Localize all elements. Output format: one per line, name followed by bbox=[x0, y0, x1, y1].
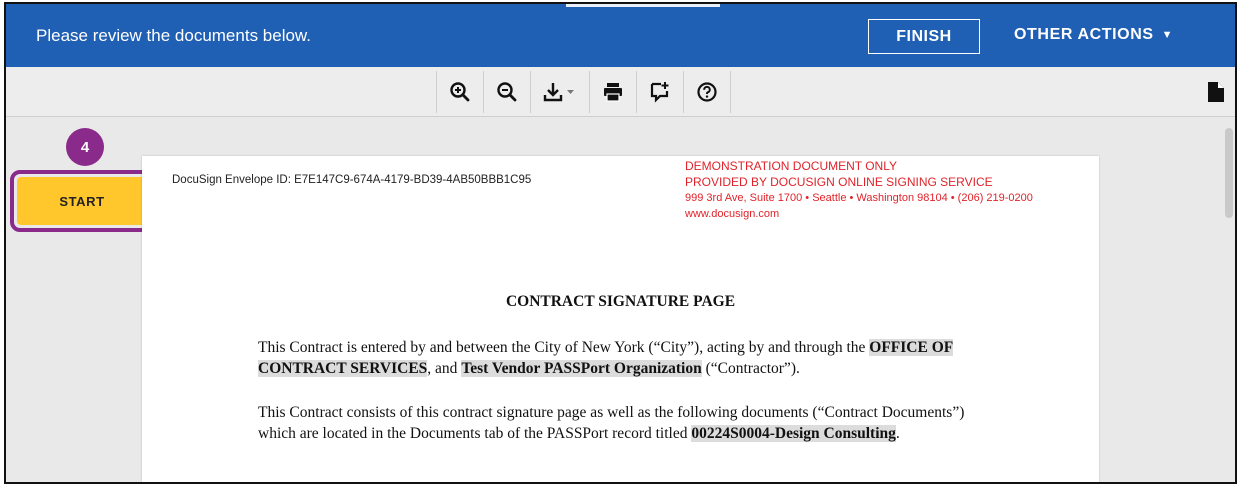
zoom-out-button[interactable] bbox=[483, 71, 530, 113]
print-icon bbox=[604, 83, 622, 102]
zoom-in-button[interactable] bbox=[436, 71, 483, 113]
finish-button[interactable]: FINISH bbox=[868, 19, 980, 54]
record-title-field: 00224S0004-Design Consulting bbox=[691, 425, 896, 442]
zoom-in-icon bbox=[450, 82, 470, 102]
document-toolbar bbox=[6, 67, 1235, 117]
demo-address: 999 3rd Ave, Suite 1700 • Seattle • Wash… bbox=[685, 192, 1033, 204]
download-icon bbox=[543, 83, 574, 102]
add-comment-button[interactable] bbox=[636, 71, 683, 113]
start-highlight: START bbox=[10, 170, 154, 232]
help-icon bbox=[697, 82, 717, 102]
print-button[interactable] bbox=[589, 71, 636, 113]
other-actions-menu[interactable]: OTHER ACTIONS ▼ bbox=[1014, 26, 1173, 44]
vendor-name-field: Test Vendor PASSPort Organization bbox=[461, 360, 702, 377]
vertical-scrollbar[interactable] bbox=[1225, 128, 1233, 218]
demo-line: PROVIDED BY DOCUSIGN ONLINE SIGNING SERV… bbox=[685, 175, 993, 189]
docusign-window: Please review the documents below. FINIS… bbox=[4, 2, 1237, 484]
review-message: Please review the documents below. bbox=[36, 26, 311, 45]
caret-down-icon: ▼ bbox=[1161, 29, 1174, 41]
paragraph-text: , and bbox=[427, 360, 462, 377]
contract-paragraph-1: This Contract is entered by and between … bbox=[258, 337, 988, 379]
document-viewer: 4 START DocuSign Envelope ID: E7E147C9-6… bbox=[6, 118, 1235, 482]
step-badge: 4 bbox=[66, 128, 104, 166]
envelope-id: DocuSign Envelope ID: E7E147C9-674A-4179… bbox=[172, 174, 532, 186]
comment-add-icon bbox=[650, 82, 669, 103]
help-button[interactable] bbox=[683, 71, 731, 113]
contract-paragraph-2: This Contract consists of this contract … bbox=[258, 402, 988, 444]
other-actions-label: OTHER ACTIONS bbox=[1014, 26, 1154, 43]
tab-indicator bbox=[566, 4, 720, 7]
zoom-out-icon bbox=[497, 82, 517, 102]
demo-watermark: DEMONSTRATION DOCUMENT ONLY PROVIDED BY … bbox=[685, 158, 1033, 222]
demo-website: www.docusign.com bbox=[685, 208, 780, 220]
document-icon[interactable] bbox=[1207, 81, 1225, 103]
paragraph-text: . bbox=[895, 425, 900, 442]
download-button[interactable] bbox=[530, 71, 589, 113]
top-bar: Please review the documents below. FINIS… bbox=[6, 4, 1235, 67]
paragraph-text: (“Contractor”). bbox=[701, 360, 800, 377]
document-page: DocuSign Envelope ID: E7E147C9-674A-4179… bbox=[142, 156, 1099, 482]
paragraph-text: This Contract is entered by and between … bbox=[258, 339, 866, 356]
demo-line: DEMONSTRATION DOCUMENT ONLY bbox=[685, 159, 898, 173]
document-title: CONTRACT SIGNATURE PAGE bbox=[505, 293, 736, 310]
start-button[interactable]: START bbox=[17, 177, 147, 225]
